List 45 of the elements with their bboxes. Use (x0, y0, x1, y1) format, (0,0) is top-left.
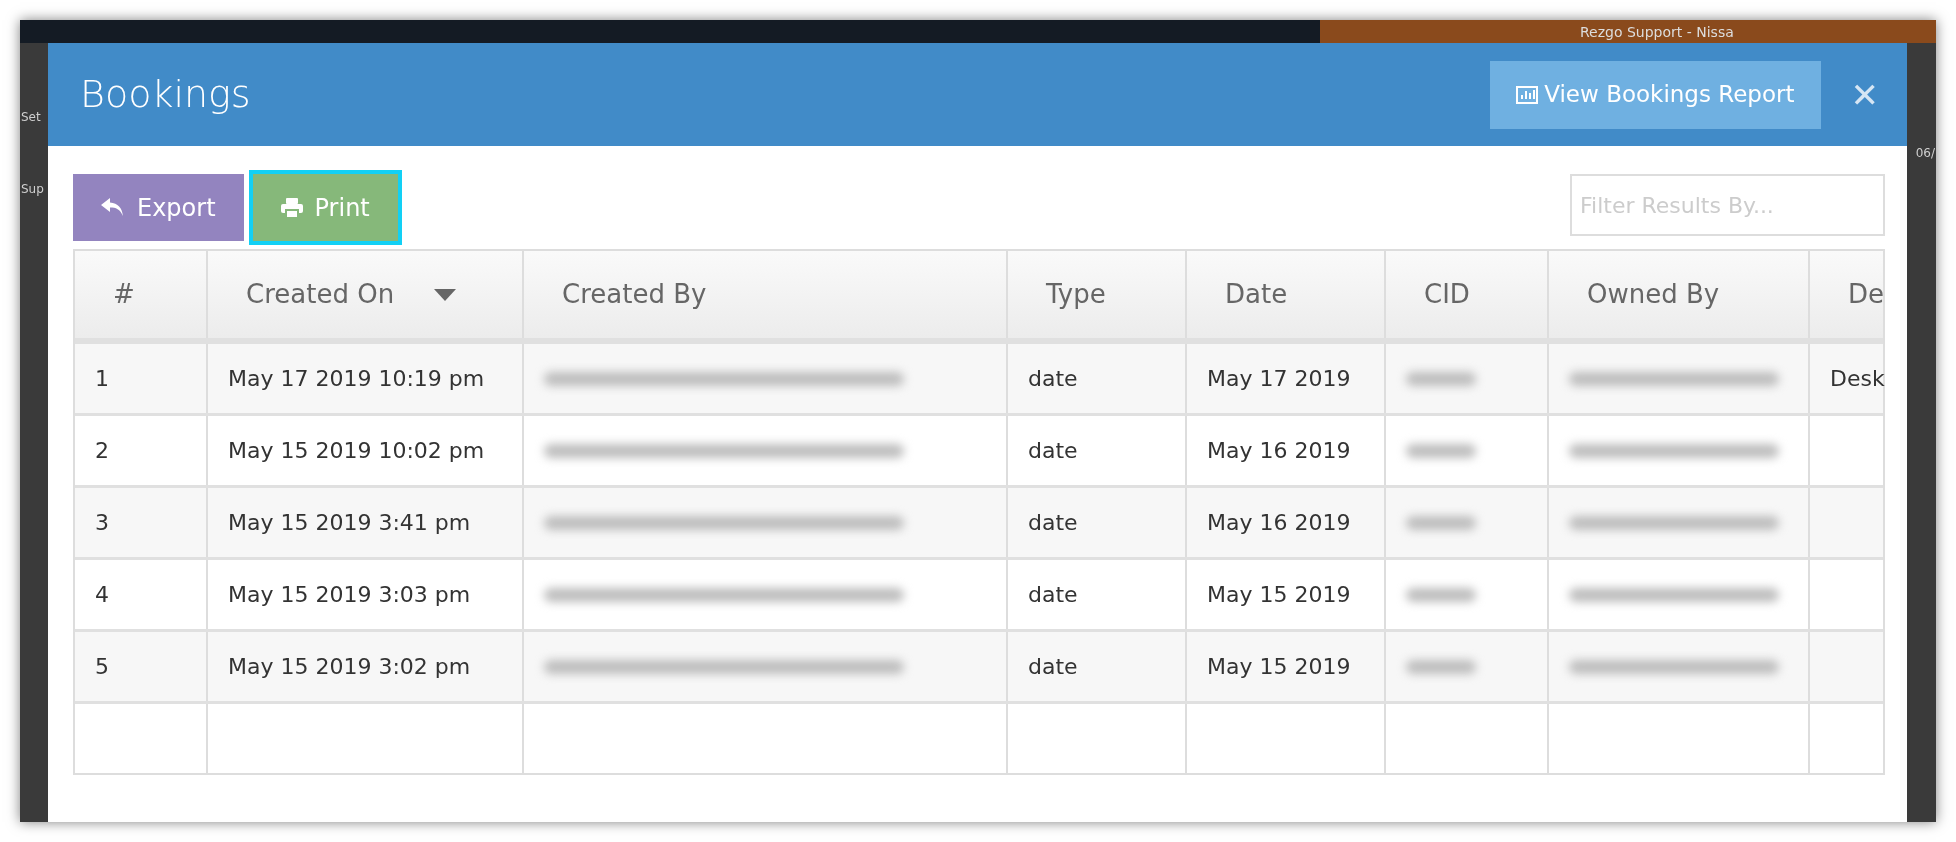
table-cell-text: date (1028, 653, 1078, 681)
table-cell-text: date (1028, 509, 1078, 537)
table-cell-text: May 15 2019 10:02 pm (228, 437, 485, 465)
column-header[interactable]: Date (1185, 251, 1384, 338)
table-cell-text: May 15 2019 (1207, 653, 1351, 681)
sort-caret-icon (434, 288, 457, 301)
column-header[interactable]: Created On (206, 251, 522, 338)
table-cell-text: May 16 2019 (1207, 509, 1351, 537)
table-cell-text: May 15 2019 3:41 pm (228, 509, 471, 537)
table-cell-text: 2 (95, 437, 109, 465)
table-cell-text: 3 (95, 509, 109, 537)
table-cell-text: May 17 2019 (1207, 365, 1351, 393)
table-cell-text: May 15 2019 3:02 pm (228, 653, 471, 681)
column-header[interactable]: Type (1006, 251, 1185, 338)
blurred-text (1406, 515, 1476, 530)
table-cell-text: date (1028, 365, 1078, 393)
column-header[interactable]: Owned By (1547, 251, 1808, 338)
table-cell-text: 4 (95, 581, 109, 609)
page-text: Sup (21, 181, 44, 198)
table-cell-text: 5 (95, 653, 109, 681)
table-cell-text: May 15 2019 3:03 pm (228, 581, 471, 609)
table-cell-text: May 15 2019 (1207, 581, 1351, 609)
table-cell-text: Desk (1830, 365, 1885, 393)
user-name: Rezgo Support - Nissa (1580, 24, 1734, 39)
blurred-text (1406, 587, 1476, 602)
page-text: 06/ (1915, 145, 1935, 162)
column-header[interactable]: CID (1384, 251, 1547, 338)
column-header[interactable]: # (75, 251, 206, 338)
blurred-text (1406, 443, 1476, 458)
column-header[interactable]: Created By (522, 251, 1006, 338)
table-cell-text: May 16 2019 (1207, 437, 1351, 465)
column-header[interactable]: De (1808, 251, 1883, 338)
blurred-text (1406, 659, 1476, 674)
table-cell-text: date (1028, 581, 1078, 609)
page-text: Set (21, 109, 41, 126)
modal-title: Bookings (80, 71, 251, 118)
close-button[interactable]: ✕ (1850, 77, 1879, 112)
blurred-text (1406, 371, 1476, 386)
printer-icon (280, 197, 303, 218)
table-cell-text: 1 (95, 365, 109, 393)
bar-chart-icon (1516, 85, 1539, 104)
table-cell-text: date (1028, 437, 1078, 465)
export-button[interactable]: Export (73, 174, 244, 241)
table-cell-text: May 17 2019 10:19 pm (228, 365, 485, 393)
reply-arrow-icon (101, 197, 125, 218)
